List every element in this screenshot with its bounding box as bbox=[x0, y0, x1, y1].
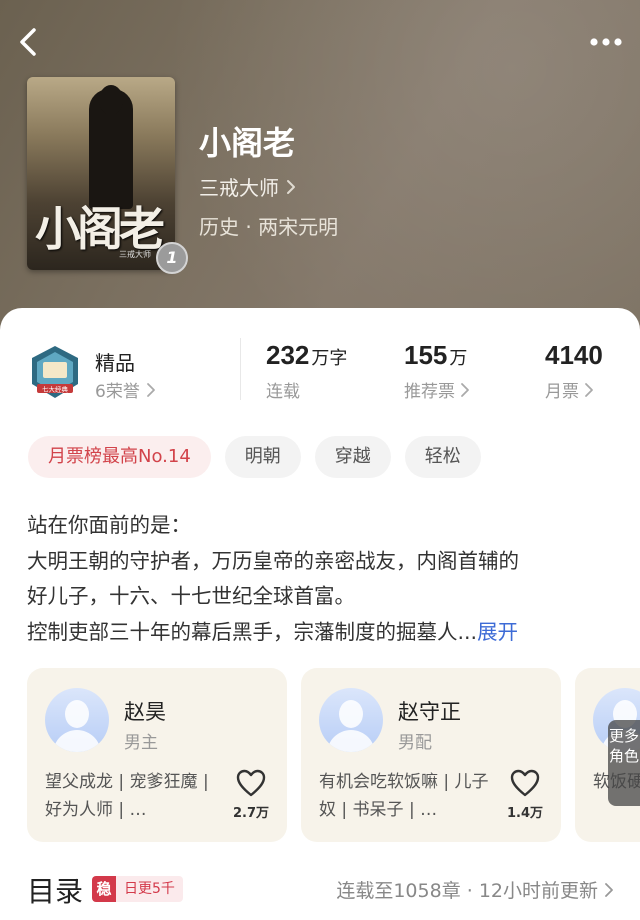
word-count-stat: 232 万字 连载 bbox=[266, 340, 347, 402]
honors-link[interactable]: 6荣誉 bbox=[95, 377, 156, 402]
honor-count: 6荣誉 bbox=[95, 382, 140, 402]
stats-row: 七大经典 精品 6荣誉 232 万字 连载 155 万 推荐票 4140 月票 bbox=[0, 336, 640, 416]
chevron-left-icon bbox=[20, 28, 36, 56]
monthly-votes-label: 月票 bbox=[545, 382, 579, 402]
quality-emblem-icon[interactable]: 七大经典 bbox=[28, 344, 82, 400]
serial-status: 连载 bbox=[266, 382, 300, 402]
tag-item[interactable]: 明朝 bbox=[224, 436, 301, 478]
character-avatar bbox=[45, 688, 109, 752]
character-like-count: 2.7万 bbox=[232, 806, 270, 821]
update-badge: 稳 日更5千 bbox=[92, 876, 183, 902]
daily-update-label: 日更5千 bbox=[116, 876, 183, 902]
chevron-right-icon bbox=[461, 382, 469, 397]
synopsis-line: 好儿子，十六、十七世纪全球首富。 bbox=[27, 584, 355, 608]
tag-list: 月票榜最高No.14 明朝 穿越 轻松 bbox=[28, 436, 481, 478]
synopsis-line: 控制吏部三十年的幕后黑手，宗藩制度的掘墓人... bbox=[27, 619, 478, 644]
tag-ranking[interactable]: 月票榜最高No.14 bbox=[28, 436, 211, 478]
word-count-value: 232 bbox=[266, 340, 310, 370]
book-title: 小阁老 bbox=[199, 125, 296, 161]
character-description: 望父成龙 | 宠爹狂魔 | 好为人师 | … bbox=[45, 772, 209, 820]
chevron-right-icon bbox=[585, 382, 593, 397]
heart-icon[interactable] bbox=[235, 768, 267, 798]
character-role: 男主 bbox=[124, 733, 158, 753]
character-description: 有机会吃软饭嘛 | 儿子奴 | 书呆子 | … bbox=[319, 772, 489, 820]
synopsis-line: 大明王朝的守护者，万历皇帝的亲密战友，内阁首辅的 bbox=[27, 548, 519, 573]
recommend-votes-stat[interactable]: 155 万 推荐票 bbox=[404, 340, 470, 402]
tag-item[interactable]: 轻松 bbox=[404, 436, 481, 478]
monthly-votes-stat[interactable]: 4140 月票 bbox=[545, 340, 603, 402]
cover-figure-illustration bbox=[89, 85, 133, 209]
heart-icon[interactable] bbox=[509, 768, 541, 798]
character-carousel[interactable]: 赵昊 男主 望父成龙 | 宠爹狂魔 | 好为人师 | … 2.7万 赵守正 男配… bbox=[27, 668, 640, 842]
more-dots-icon bbox=[590, 38, 622, 46]
stable-update-icon: 稳 bbox=[92, 876, 116, 902]
character-avatar bbox=[319, 688, 383, 752]
expand-synopsis-link[interactable]: 展开 bbox=[477, 620, 518, 644]
author-link[interactable]: 三戒大师 bbox=[199, 172, 297, 201]
more-characters-button[interactable]: 更多角色 bbox=[608, 720, 640, 806]
character-name: 赵守正 bbox=[398, 700, 461, 724]
monthly-votes-value: 4140 bbox=[545, 340, 603, 370]
synopsis-line: 站在你面前的是： bbox=[27, 513, 191, 537]
book-detail-card: 七大经典 精品 6荣誉 232万字 连载 155万 推荐票 4140 月票 bbox=[0, 308, 640, 920]
recommend-votes-value: 155 bbox=[404, 340, 448, 370]
word-count-unit: 万字 bbox=[311, 348, 348, 369]
stats-divider bbox=[240, 338, 241, 400]
book-genre: 历史 · 两宋元明 bbox=[199, 215, 339, 239]
volume-badge: 1 bbox=[156, 242, 188, 274]
character-card[interactable]: 赵昊 男主 望父成龙 | 宠爹狂魔 | 好为人师 | … 2.7万 bbox=[27, 668, 287, 842]
more-options-button[interactable] bbox=[586, 26, 626, 58]
toc-status[interactable]: 连载至1058章 · 12小时前更新 bbox=[336, 876, 614, 903]
recommend-votes-unit: 万 bbox=[449, 348, 468, 369]
table-of-contents-row[interactable]: 目录 稳 日更5千 连载至1058章 · 12小时前更新 bbox=[0, 868, 640, 912]
tag-item[interactable]: 穿越 bbox=[314, 436, 391, 478]
character-card[interactable]: 赵守正 男配 有机会吃软饭嘛 | 儿子奴 | 书呆子 | … 1.4万 bbox=[301, 668, 561, 842]
chevron-right-icon bbox=[146, 382, 155, 397]
recommend-votes-label: 推荐票 bbox=[404, 382, 455, 402]
character-like-count: 1.4万 bbox=[506, 806, 544, 821]
cover-author-text: 三戒大师 bbox=[119, 250, 151, 259]
author-name: 三戒大师 bbox=[199, 176, 279, 200]
book-cover[interactable]: 小阁老 三戒大师 bbox=[27, 77, 175, 270]
book-synopsis[interactable]: 站在你面前的是： 大明王朝的守护者，万历皇帝的亲密战友，内阁首辅的 好儿子，十六… bbox=[27, 508, 617, 650]
toc-title: 目录 bbox=[27, 875, 84, 908]
back-button[interactable] bbox=[14, 24, 46, 60]
character-name: 赵昊 bbox=[124, 700, 166, 724]
character-role: 男配 bbox=[398, 733, 432, 753]
chevron-right-icon bbox=[605, 882, 613, 897]
emblem-label: 七大经典 bbox=[42, 385, 69, 394]
quality-label: 精品 bbox=[95, 351, 135, 375]
chevron-right-icon bbox=[287, 179, 295, 194]
chapter-update-status: 连载至1058章 · 12小时前更新 bbox=[336, 880, 598, 902]
